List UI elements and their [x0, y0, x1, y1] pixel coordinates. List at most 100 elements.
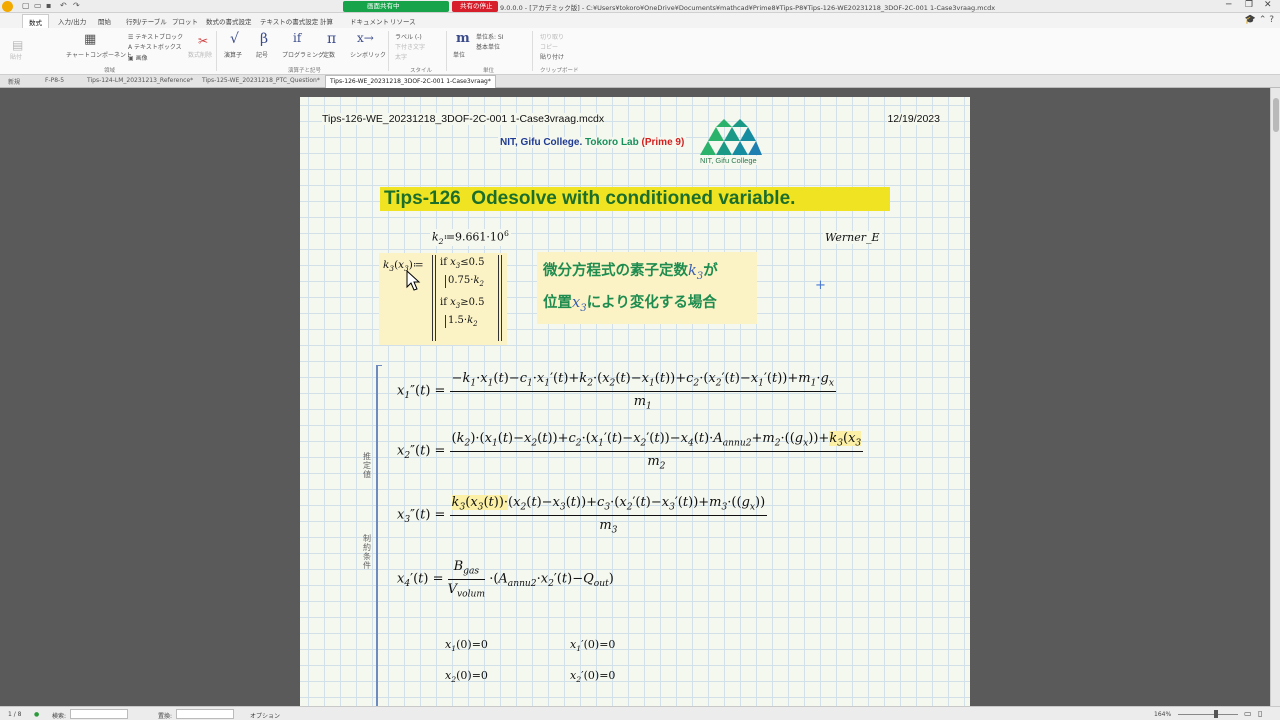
- symbols-icon[interactable]: β: [260, 31, 268, 47]
- initial-condition-x2[interactable]: x2(0)=0: [445, 669, 488, 684]
- replace-input[interactable]: [176, 709, 234, 719]
- paren-close: ): [680, 137, 685, 148]
- ode-x2[interactable]: x2″(t) = (k2)·(x1(t)−x2(t))+c2·(x1′(t)−x…: [397, 431, 864, 471]
- open-folder-icon[interactable]: ▭: [34, 1, 42, 10]
- doc-tab-tips126[interactable]: Tips-126-WE_20231218_3DOF-2C-001 1-Case3…: [325, 75, 496, 88]
- save-icon[interactable]: ▪: [46, 1, 51, 10]
- constraints-label: 制約条件: [363, 534, 371, 570]
- delete-region-button[interactable]: 数式削除: [188, 50, 212, 59]
- programming-icon[interactable]: if: [293, 31, 301, 45]
- tab-input-output[interactable]: 入力/出力: [58, 16, 86, 26]
- math-format-button[interactable]: 太字: [395, 52, 407, 61]
- symbols-button[interactable]: 記号: [256, 50, 268, 59]
- tab-start[interactable]: 開始: [98, 16, 111, 26]
- undo-icon[interactable]: ↶: [60, 1, 67, 10]
- zoom-slider[interactable]: [1178, 714, 1238, 715]
- prime-version: Prime 9: [644, 137, 681, 148]
- group-units: 単位: [483, 68, 495, 74]
- search-input[interactable]: [70, 709, 128, 719]
- solve-block-bracket[interactable]: [376, 365, 382, 706]
- cut-button[interactable]: 切り取り: [540, 32, 564, 41]
- calc-status-icon: ●: [34, 711, 40, 718]
- constants-icon[interactable]: π: [327, 31, 336, 47]
- chart-component-button[interactable]: チャートコンポーネント: [66, 50, 132, 59]
- chart-component-icon[interactable]: ▦: [84, 32, 96, 47]
- paste-region-button[interactable]: 貼付: [10, 52, 22, 61]
- programming-button[interactable]: プログラミング: [282, 50, 324, 59]
- paste-button[interactable]: 貼り付け: [540, 52, 564, 61]
- close-icon[interactable]: ✕: [1264, 0, 1272, 10]
- vertical-scrollbar[interactable]: [1270, 88, 1280, 706]
- doc-tab-tips124[interactable]: Tips-124-LM_20231213_Reference*: [87, 77, 193, 84]
- fit-width-icon[interactable]: ▯: [1258, 709, 1262, 718]
- ode-x3[interactable]: x3″(t) = k3(x3(t))·(x2(t)−x3(t))+c3·(x2′…: [397, 495, 768, 535]
- tab-calculation[interactable]: 計算: [320, 16, 333, 26]
- group-clipboard: クリップボード: [540, 68, 579, 74]
- stop-sharing-button[interactable]: 共有の停止: [452, 1, 498, 12]
- fit-page-icon[interactable]: ▭: [1244, 709, 1252, 718]
- tab-matrix-table[interactable]: 行列/テーブル: [126, 16, 167, 26]
- title-bar: ▢ ▭ ▪ ↶ ↷ 画面共有中 共有の停止 9.0.0.0 - [アカデミック版…: [0, 0, 1280, 13]
- tab-plots[interactable]: プロット: [172, 16, 198, 26]
- doc-tab-fp8[interactable]: F-P8-5: [45, 77, 64, 84]
- ribbon-help-icons[interactable]: 🎓 ⌃ ?: [1245, 15, 1274, 25]
- redo-icon[interactable]: ↷: [73, 1, 80, 10]
- note-line-1: 微分方程式の素子定数k3が: [543, 263, 718, 282]
- tab-resources[interactable]: リソース: [390, 16, 416, 26]
- k3-condition-1: if x3≤0.5: [440, 257, 485, 270]
- explanation-note[interactable]: 微分方程式の素子定数k3が 位置x3により変化する場合: [537, 252, 757, 324]
- page-title-banner[interactable]: Tips-126 Odesolve with conditioned varia…: [380, 187, 890, 211]
- doc-tab-new[interactable]: 新規: [8, 77, 20, 86]
- doc-tab-tips125[interactable]: Tips-125-WE_20231218_PTC_Question*: [202, 77, 320, 84]
- k3-piecewise-definition[interactable]: k3(x3)≔ if x3≤0.5 0.75·k2 if x3≥0.5 1.5·…: [379, 253, 507, 345]
- k3-program-body: if x3≤0.5 0.75·k2 if x3≥0.5 1.5·k2: [432, 255, 502, 341]
- mathcad-app-icon[interactable]: [2, 1, 13, 12]
- zoom-level: 164%: [1154, 711, 1172, 718]
- operators-icon[interactable]: √: [230, 31, 239, 47]
- delete-region-icon[interactable]: ✂: [198, 34, 208, 48]
- text-box-button[interactable]: A テキストボックス: [128, 42, 182, 51]
- search-label: 検索:: [52, 713, 67, 720]
- initial-condition-x1[interactable]: x1(0)=0: [445, 638, 488, 653]
- minimize-icon[interactable]: ─: [1226, 0, 1231, 10]
- scrollbar-thumb[interactable]: [1273, 98, 1279, 132]
- image-button[interactable]: ▣ 画像: [128, 53, 148, 62]
- paste-region-icon[interactable]: ▤: [12, 38, 23, 52]
- window-title: 9.0.0.0 - [アカデミック版] - C:¥Users¥tokoro¥On…: [500, 4, 996, 12]
- mouse-cursor-icon: [406, 270, 421, 291]
- symbolic-button[interactable]: シンボリック: [350, 50, 386, 59]
- operators-button[interactable]: 演算子: [224, 50, 242, 59]
- worksheet-page[interactable]: Tips-126-WE_20231218_3DOF-2C-001 1-Case3…: [300, 97, 970, 706]
- tab-document[interactable]: ドキュメント: [350, 16, 389, 26]
- options-button[interactable]: オプション: [250, 711, 280, 720]
- k3-value-2: 1.5·k2: [445, 315, 478, 328]
- initial-condition-x1-prime[interactable]: x1′(0)=0: [570, 638, 615, 653]
- label-dropdown[interactable]: ラベル (-): [395, 32, 422, 41]
- copy-button[interactable]: コピー: [540, 42, 558, 51]
- subscript-button[interactable]: 下付き文字: [395, 42, 425, 51]
- lab-credit: NIT, Gifu College. Tokoro Lab (Prime 9): [498, 137, 687, 148]
- text-block-button[interactable]: ☰ テキストブロック: [128, 32, 183, 41]
- new-file-icon[interactable]: ▢: [22, 1, 30, 10]
- zoom-slider-thumb[interactable]: [1214, 710, 1218, 718]
- restore-icon[interactable]: ❐: [1245, 0, 1253, 10]
- guess-values-label: 推定値: [363, 452, 371, 479]
- tab-text-formatting[interactable]: テキストの書式設定: [260, 16, 318, 26]
- initial-condition-x2-prime[interactable]: x2′(0)=0: [570, 669, 615, 684]
- k3-value-1: 0.75·k2: [445, 275, 484, 288]
- logo-text: NIT, Gifu College: [700, 156, 757, 165]
- units-button[interactable]: 単位: [453, 50, 465, 59]
- ode-x1[interactable]: x1″(t) = −k1·x1(t)−c1·x1′(t)+k2·(x2(t)−x…: [397, 371, 836, 411]
- symbolic-icon[interactable]: x→: [357, 31, 374, 45]
- tab-math-formatting[interactable]: 数式の書式設定: [206, 16, 252, 26]
- constants-button[interactable]: 定数: [323, 50, 335, 59]
- college-name: NIT, Gifu College.: [500, 137, 583, 148]
- status-bar: 1 / 8 ● 検索: 置換: オプション 164% ▭ ▯: [0, 706, 1280, 720]
- ribbon-tab-bar: 数式 入力/出力 開始 行列/テーブル プロット 数式の書式設定 テキストの書式…: [0, 13, 1280, 30]
- unit-system-dropdown[interactable]: 単位系: SI: [476, 32, 504, 41]
- k2-definition[interactable]: k2≔9.661·106: [430, 229, 511, 246]
- base-units-button[interactable]: 基本単位: [476, 42, 500, 51]
- page-indicator: 1 / 8: [8, 711, 22, 718]
- ode-x4[interactable]: x4′(t) = Bgas Vvolum ·(Aannu2·x2′(t)−Qou…: [397, 559, 614, 599]
- units-icon[interactable]: m: [456, 31, 470, 46]
